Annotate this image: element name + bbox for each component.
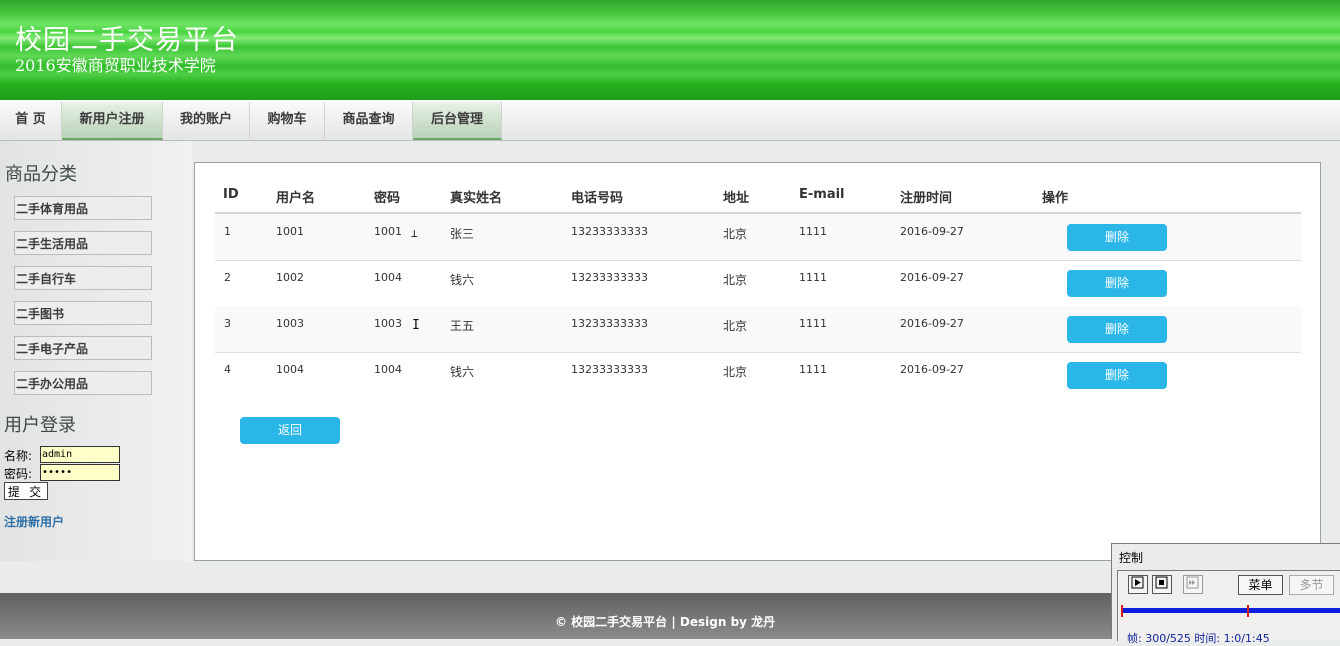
cell-password: 1001 xyxy=(374,225,402,238)
table-row: 3 1003 1003 王五 13233333333 北京 1111 2016-… xyxy=(215,306,1301,353)
table-row: 4 1004 1004 钱六 13233333333 北京 1111 2016-… xyxy=(215,352,1301,398)
cell-phone: 13233333333 xyxy=(571,271,648,284)
media-control-window: 控制 菜单 多节 帧: 300/525 时间: 1:0/1:45 xyxy=(1111,543,1340,645)
col-header-realname: 真实姓名 xyxy=(450,191,503,206)
cell-email: 1111 xyxy=(799,225,827,238)
name-label: 名称: xyxy=(4,449,33,463)
skip-icon[interactable] xyxy=(1183,575,1203,594)
cell-username: 1002 xyxy=(276,271,304,284)
col-header-date: 注册时间 xyxy=(900,191,953,206)
password-input[interactable] xyxy=(40,464,120,481)
control-panel: 菜单 多节 帧: 300/525 时间: 1:0/1:45 xyxy=(1117,570,1340,645)
frame-time-readout: 帧: 300/525 时间: 1:0/1:45 xyxy=(1127,632,1270,645)
delete-button[interactable]: 删除 xyxy=(1067,316,1167,343)
category-living[interactable]: 二手生活用品 xyxy=(14,231,152,255)
nav-register[interactable]: 新用户注册 xyxy=(62,102,163,140)
cell-realname: 钱六 xyxy=(450,365,475,379)
category-heading: 商品分类 xyxy=(5,164,77,185)
table-row: 1 1001 1001 张三 13233333333 北京 1111 2016-… xyxy=(215,214,1301,261)
cell-phone: 13233333333 xyxy=(571,363,648,376)
category-books[interactable]: 二手图书 xyxy=(14,301,152,325)
text-cursor-icon: I xyxy=(412,318,420,333)
footer-copyright: © 校园二手交易平台 | Design by 龙丹 xyxy=(555,615,776,629)
cell-realname: 张三 xyxy=(450,227,475,241)
category-office[interactable]: 二手办公用品 xyxy=(14,371,152,395)
timeline-playhead[interactable] xyxy=(1247,605,1249,617)
cell-id: 4 xyxy=(224,363,231,376)
cell-date: 2016-09-27 xyxy=(900,225,964,238)
delete-button[interactable]: 删除 xyxy=(1067,270,1167,297)
delete-button[interactable]: 删除 xyxy=(1067,224,1167,251)
cell-realname: 王五 xyxy=(450,319,475,333)
delete-button[interactable]: 删除 xyxy=(1067,362,1167,389)
cell-email: 1111 xyxy=(799,317,827,330)
menu-button[interactable]: 菜单 xyxy=(1238,575,1283,595)
nav-my-account[interactable]: 我的账户 xyxy=(163,102,250,138)
login-heading: 用户登录 xyxy=(4,415,76,436)
cell-username: 1004 xyxy=(276,363,304,376)
cell-realname: 钱六 xyxy=(450,273,475,287)
text-cursor-icon: ⊥ xyxy=(411,227,418,240)
cell-address: 北京 xyxy=(723,319,748,333)
col-header-address: 地址 xyxy=(723,191,750,206)
cell-date: 2016-09-27 xyxy=(900,317,964,330)
site-header: 校园二手交易平台 2016安徽商贸职业技术学院 xyxy=(0,0,1340,100)
cell-password: 1004 xyxy=(374,271,402,284)
main-nav: 首 页 新用户注册 我的账户 购物车 商品查询 后台管理 xyxy=(0,100,1340,141)
cell-email: 1111 xyxy=(799,363,827,376)
multi-section-button[interactable]: 多节 xyxy=(1289,575,1334,595)
cell-address: 北京 xyxy=(723,365,748,379)
cell-username: 1003 xyxy=(276,317,304,330)
sidebar: 商品分类 二手体育用品 二手生活用品 二手自行车 二手图书 二手电子产品 二手办… xyxy=(0,141,192,561)
cell-email: 1111 xyxy=(799,271,827,284)
col-header-username: 用户名 xyxy=(276,191,316,206)
nav-admin[interactable]: 后台管理 xyxy=(413,102,502,140)
register-link[interactable]: 注册新用户 xyxy=(4,513,64,530)
col-header-phone: 电话号码 xyxy=(571,191,624,206)
cell-password: 1004 xyxy=(374,363,402,376)
timeline-track[interactable] xyxy=(1121,608,1340,613)
nav-cart[interactable]: 购物车 xyxy=(250,102,325,138)
play-icon[interactable] xyxy=(1128,575,1148,594)
category-electronics[interactable]: 二手电子产品 xyxy=(14,336,152,360)
username-input[interactable] xyxy=(40,446,120,463)
cell-date: 2016-09-27 xyxy=(900,363,964,376)
stop-icon[interactable] xyxy=(1152,575,1172,594)
nav-product-search[interactable]: 商品查询 xyxy=(325,102,413,138)
nav-home[interactable]: 首 页 xyxy=(0,102,62,138)
site-subtitle: 2016安徽商贸职业技术学院 xyxy=(15,56,216,75)
cell-id: 1 xyxy=(224,225,231,238)
col-header-password: 密码 xyxy=(374,191,401,206)
cell-username: 1001 xyxy=(276,225,304,238)
back-button[interactable]: 返回 xyxy=(240,417,340,444)
cell-password: 1003 xyxy=(374,317,402,330)
col-header-email: E-mail xyxy=(799,187,845,202)
timeline-start-mark xyxy=(1121,605,1123,617)
cell-id: 2 xyxy=(224,271,231,284)
cell-id: 3 xyxy=(224,317,231,330)
password-label: 密码: xyxy=(4,467,33,481)
category-sports[interactable]: 二手体育用品 xyxy=(14,196,152,220)
col-header-id: ID xyxy=(223,187,239,202)
login-submit-button[interactable]: 提 交 xyxy=(4,482,48,500)
cell-phone: 13233333333 xyxy=(571,317,648,330)
cell-date: 2016-09-27 xyxy=(900,271,964,284)
cell-address: 北京 xyxy=(723,273,748,287)
cell-phone: 13233333333 xyxy=(571,225,648,238)
category-bicycle[interactable]: 二手自行车 xyxy=(14,266,152,290)
col-header-action: 操作 xyxy=(1042,191,1069,206)
cell-address: 北京 xyxy=(723,227,748,241)
table-row: 2 1002 1004 钱六 13233333333 北京 1111 2016-… xyxy=(215,260,1301,307)
control-window-title: 控制 xyxy=(1119,551,1144,565)
user-table-panel: ID 用户名 密码 真实姓名 电话号码 地址 E-mail 注册时间 操作 1 … xyxy=(194,162,1321,561)
